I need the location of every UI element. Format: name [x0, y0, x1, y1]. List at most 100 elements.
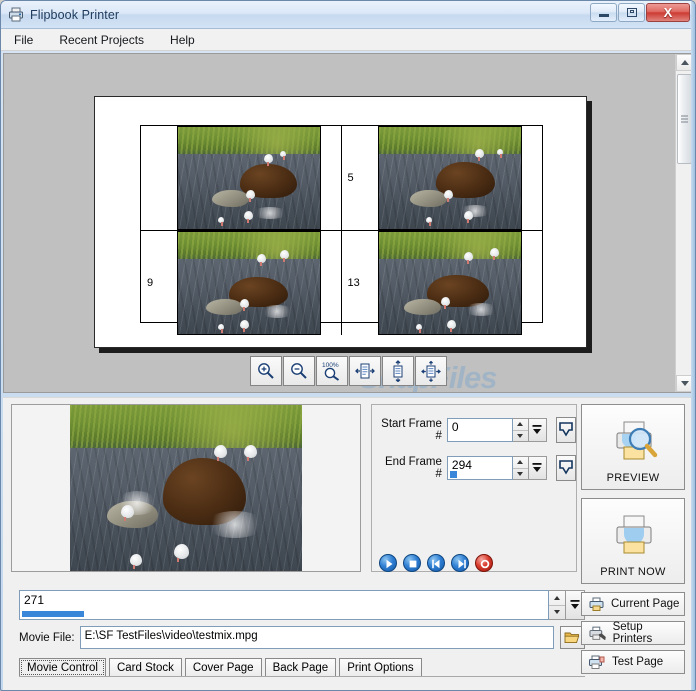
- record-button[interactable]: [475, 554, 493, 572]
- frame-thumbnail: [377, 126, 522, 230]
- frame-progress-fill: [22, 611, 84, 617]
- end-frame-increment[interactable]: [512, 457, 528, 469]
- action-buttons-panel: PREVIEW PRINT NOW Current Page Setup Pri…: [581, 404, 685, 679]
- menu-file[interactable]: File: [11, 31, 36, 49]
- printer-test-icon: [589, 655, 605, 669]
- preview-cell-1[interactable]: [141, 126, 342, 231]
- folder-open-icon: [564, 632, 580, 644]
- caret-up-icon: [517, 422, 524, 427]
- current-frame-increment[interactable]: [549, 591, 565, 606]
- current-frame-value: 271: [24, 593, 45, 607]
- current-frame-decrement[interactable]: [549, 606, 565, 620]
- frame-range-box: Start Frame # 0 End Frame # 294: [371, 404, 577, 572]
- end-frame-input[interactable]: 294: [446, 456, 513, 480]
- end-frame-dropdown[interactable]: [528, 456, 547, 480]
- start-frame-dropdown[interactable]: [528, 418, 547, 442]
- end-frame-row: End Frame # 294: [380, 455, 576, 481]
- grab-start-frame-button[interactable]: [555, 417, 576, 443]
- fit-page-button[interactable]: [415, 356, 447, 386]
- tab-card-stock[interactable]: Card Stock: [108, 658, 182, 677]
- maximize-icon: [626, 8, 637, 17]
- minimize-icon: [598, 13, 609, 17]
- printer-small-icon: [589, 597, 604, 611]
- movie-file-label: Movie File:: [19, 631, 75, 644]
- cell-frame-number: 5: [347, 172, 354, 184]
- setup-printers-label: Setup Printers: [612, 621, 653, 645]
- window-title: Flipbook Printer: [30, 7, 120, 22]
- scrollbar-grip-icon: [678, 114, 691, 125]
- current-page-button[interactable]: Current Page: [581, 592, 685, 616]
- preview-zoom-toolbar: 100%: [250, 356, 447, 386]
- scrollbar-thumb[interactable]: [677, 74, 692, 164]
- current-frame-input[interactable]: 271: [19, 590, 549, 620]
- setup-printers-button[interactable]: Setup Printers: [581, 621, 685, 645]
- end-frame-label: End Frame #: [385, 456, 442, 480]
- start-frame-value: 0: [451, 420, 459, 434]
- fit-height-button[interactable]: [382, 356, 414, 386]
- tab-print-options[interactable]: Print Options: [339, 658, 422, 677]
- preview-scrollbar[interactable]: [675, 54, 692, 392]
- movie-file-input[interactable]: E:\SF TestFiles\video\testmix.mpg: [79, 626, 554, 649]
- cell-frame-number: 13: [347, 277, 360, 289]
- previous-frame-button[interactable]: [427, 554, 445, 572]
- tab-cover-page[interactable]: Cover Page: [184, 658, 262, 677]
- grab-end-frame-button[interactable]: [555, 455, 576, 481]
- printer-icon: [8, 7, 24, 22]
- movie-file-row: Movie File: E:\SF TestFiles\video\testmi…: [19, 626, 585, 649]
- preview-cell-4[interactable]: 13: [342, 231, 543, 335]
- start-frame-control[interactable]: 0: [446, 418, 547, 442]
- menu-help[interactable]: Help: [167, 31, 198, 49]
- end-frame-control[interactable]: 294: [446, 456, 547, 480]
- cell-frame-number: 9: [147, 277, 154, 289]
- caret-down-icon: [517, 471, 524, 476]
- start-frame-stepper[interactable]: [512, 418, 529, 442]
- caret-up-icon: [554, 595, 560, 600]
- frame-thumbnail: [377, 231, 522, 335]
- print-preview-pane[interactable]: 5 9 13 100%: [3, 53, 693, 393]
- close-icon: X: [663, 5, 673, 20]
- preview-cell-3[interactable]: 9: [141, 231, 342, 335]
- chevron-up-icon: [680, 60, 689, 65]
- tab-movie-control[interactable]: Movie Control: [19, 658, 106, 677]
- stop-button[interactable]: [403, 554, 421, 572]
- current-frame-stepper[interactable]: [549, 590, 566, 620]
- close-button[interactable]: X: [646, 3, 690, 22]
- start-frame-decrement[interactable]: [513, 431, 528, 442]
- window-right-rail: [691, 1, 695, 690]
- current-frame-slider[interactable]: 271: [19, 590, 585, 620]
- zoom-in-button[interactable]: [250, 356, 282, 386]
- tab-back-page[interactable]: Back Page: [264, 658, 337, 677]
- fit-width-button[interactable]: [349, 356, 381, 386]
- menu-bar: File Recent Projects Help: [1, 29, 695, 51]
- menu-recent-projects[interactable]: Recent Projects: [56, 31, 147, 49]
- play-button[interactable]: [379, 554, 397, 572]
- printer-magnifier-icon: [616, 421, 658, 460]
- end-frame-stepper[interactable]: [512, 456, 529, 480]
- movie-control-panel: Start Frame # 0 End Frame # 294 271 Movi…: [11, 404, 585, 677]
- zoom-100-button[interactable]: 100%: [316, 356, 348, 386]
- test-page-button[interactable]: Test Page: [581, 650, 685, 674]
- current-page-label: Current Page: [611, 598, 680, 610]
- start-frame-input[interactable]: 0: [446, 418, 513, 442]
- magnifier-minus-icon: [291, 363, 307, 379]
- window-buttons: X: [590, 3, 690, 22]
- zoom-out-button[interactable]: [283, 356, 315, 386]
- preview-cell-2[interactable]: 5: [341, 126, 542, 231]
- chevron-down-icon: [532, 425, 542, 434]
- minimize-button[interactable]: [590, 3, 617, 22]
- print-now-button[interactable]: PRINT NOW: [581, 498, 685, 584]
- grab-frame-icon: [559, 422, 573, 437]
- end-frame-decrement[interactable]: [513, 469, 528, 480]
- preview-button[interactable]: PREVIEW: [581, 404, 685, 490]
- application-window: Flipbook Printer X File Recent Projects …: [0, 0, 696, 691]
- printer-icon: [616, 515, 652, 554]
- next-frame-button[interactable]: [451, 554, 469, 572]
- printer-setup-icon: [589, 626, 606, 640]
- maximize-button[interactable]: [618, 3, 645, 22]
- bottom-panel: Start Frame # 0 End Frame # 294 271 Movi…: [3, 397, 693, 690]
- movie-frame-preview[interactable]: [11, 404, 361, 572]
- print-now-button-label: PRINT NOW: [600, 566, 666, 578]
- start-frame-increment[interactable]: [512, 419, 528, 431]
- frame-thumbnail: [176, 231, 321, 335]
- page-fit-width-icon: [355, 363, 375, 379]
